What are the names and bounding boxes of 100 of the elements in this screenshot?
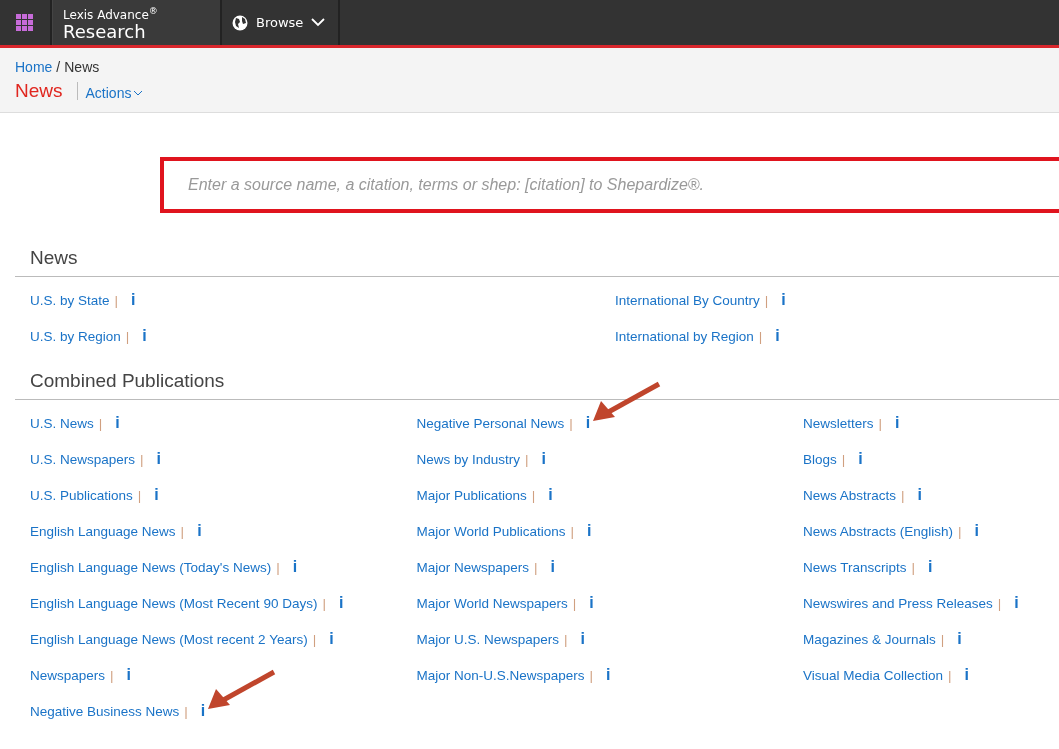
separator-text: |	[322, 595, 326, 611]
breadcrumb-text: /	[56, 59, 61, 75]
source-link[interactable]: Major Publications	[416, 487, 527, 503]
info-icon[interactable]: i	[123, 666, 134, 684]
info-icon[interactable]: i	[584, 522, 595, 540]
page-title: News	[15, 82, 78, 100]
info-icon[interactable]: i	[335, 594, 347, 612]
info-icon[interactable]: i	[778, 291, 789, 309]
separator-text: |	[137, 487, 142, 503]
source-link[interactable]: English Language News (Most Recent 90 Days)	[30, 595, 318, 611]
info-icon[interactable]: i	[892, 414, 903, 432]
info-icon[interactable]: i	[914, 486, 925, 504]
source-link[interactable]: Newspapers	[30, 667, 106, 683]
info-icon[interactable]: i	[577, 630, 589, 648]
info-icon[interactable]: i	[326, 630, 337, 648]
separator-text: |	[997, 595, 1002, 611]
separator-text: |	[948, 667, 952, 683]
info-icon[interactable]: i	[772, 327, 783, 345]
info-icon[interactable]: i	[197, 702, 209, 720]
info-icon[interactable]: i	[925, 558, 936, 576]
info-icon[interactable]: i	[971, 522, 983, 540]
source-link[interactable]: Newsletters	[803, 415, 874, 431]
source-link[interactable]: English Language News	[30, 523, 176, 539]
info-icon[interactable]: i	[538, 450, 549, 468]
separator-text: |	[125, 328, 130, 344]
info-icon[interactable]: i	[112, 414, 123, 432]
actions-menu[interactable]: Actions	[85, 85, 144, 101]
separator-text: |	[589, 667, 594, 683]
separator-text: |	[878, 415, 883, 431]
info-icon[interactable]: i	[194, 522, 205, 540]
info-icon[interactable]: i	[547, 558, 558, 576]
source-link[interactable]: Negative Business News	[30, 703, 180, 719]
separator-text: |	[276, 559, 280, 575]
section-heading: Combined Publications	[30, 370, 225, 391]
source-link[interactable]: Major World Publications	[416, 523, 566, 539]
section-heading: News	[30, 247, 78, 268]
source-link[interactable]: Magazines & Journals	[803, 631, 936, 647]
separator-text: |	[110, 667, 114, 683]
chevron-down-icon	[311, 18, 326, 27]
source-link[interactable]: Blogs	[803, 451, 837, 467]
info-icon[interactable]: i	[582, 414, 594, 432]
separator-text: |	[569, 415, 573, 431]
separator-text: |	[958, 523, 962, 539]
separator-text: |	[534, 559, 538, 575]
separator-text: |	[940, 631, 945, 647]
info-icon[interactable]: i	[961, 666, 973, 684]
brand-logo[interactable]: Lexis Advance$^{®}$ Research	[52, 0, 222, 45]
source-link[interactable]: Major Non-U.S.Newspapers	[416, 667, 585, 683]
source-link[interactable]: News Abstracts	[803, 487, 897, 503]
info-icon[interactable]: i	[128, 291, 139, 309]
source-link[interactable]: International by Region	[615, 328, 754, 344]
source-link[interactable]: News by Industry	[416, 451, 521, 467]
chevron-down-icon	[133, 90, 144, 96]
separator-text: |	[572, 595, 577, 611]
separator-text: |	[564, 631, 568, 647]
info-icon[interactable]: i	[1011, 594, 1022, 612]
source-link[interactable]: News Abstracts (English)	[803, 523, 954, 539]
browse-menu[interactable]: Browse	[222, 0, 340, 45]
info-icon[interactable]: i	[545, 486, 556, 504]
separator-text: |	[312, 631, 317, 647]
source-link[interactable]: U.S. Newspapers	[30, 451, 136, 467]
breadcrumb-link[interactable]: Home	[15, 59, 53, 75]
source-link[interactable]: U.S. Publications	[30, 487, 133, 503]
info-icon[interactable]: i	[954, 630, 965, 648]
source-link[interactable]: News Transcripts	[803, 559, 907, 575]
info-icon[interactable]: i	[151, 486, 162, 504]
globe-icon	[232, 14, 248, 31]
source-link[interactable]: English Language News (Most recent 2 Years)	[30, 631, 308, 647]
separator-text: |	[841, 451, 846, 467]
info-icon[interactable]: i	[586, 594, 597, 612]
source-link[interactable]: Negative Personal News	[416, 415, 565, 431]
source-link[interactable]: Major Newspapers	[416, 559, 530, 575]
separator-text: |	[525, 451, 529, 467]
source-link[interactable]: English Language News (Today's News)	[30, 559, 272, 575]
info-icon[interactable]: i	[139, 327, 150, 345]
separator-text: |	[180, 523, 185, 539]
source-link[interactable]: International By Country	[615, 292, 760, 308]
separator-text: |	[911, 559, 916, 575]
separator-text: |	[758, 328, 763, 344]
separator-text: |	[98, 415, 103, 431]
source-link[interactable]: Visual Media Collection	[803, 667, 944, 683]
breadcrumb-text: News	[64, 59, 100, 75]
info-icon[interactable]: i	[289, 558, 301, 576]
search-field[interactable]: Enter a source name, a citation, terms or shep: [citation] to Shepardize®.	[160, 157, 1059, 213]
grid-icon	[16, 13, 34, 32]
separator-text: |	[531, 487, 536, 503]
separator-text: |	[570, 523, 575, 539]
source-link[interactable]: Newswires and Press Releases	[803, 595, 993, 611]
info-icon[interactable]: i	[855, 450, 866, 468]
info-icon[interactable]: i	[153, 450, 164, 468]
separator-text: |	[184, 703, 188, 719]
separator-text: |	[114, 292, 119, 308]
source-link[interactable]: U.S. by Region	[30, 328, 121, 344]
source-link[interactable]: U.S. News	[30, 415, 94, 431]
separator-text: |	[764, 292, 769, 308]
separator-text: |	[901, 487, 905, 503]
source-link[interactable]: Major World Newspapers	[416, 595, 568, 611]
source-link[interactable]: Major U.S. Newspapers	[416, 631, 560, 647]
source-link[interactable]: U.S. by State	[30, 292, 110, 308]
info-icon[interactable]: i	[603, 666, 614, 684]
